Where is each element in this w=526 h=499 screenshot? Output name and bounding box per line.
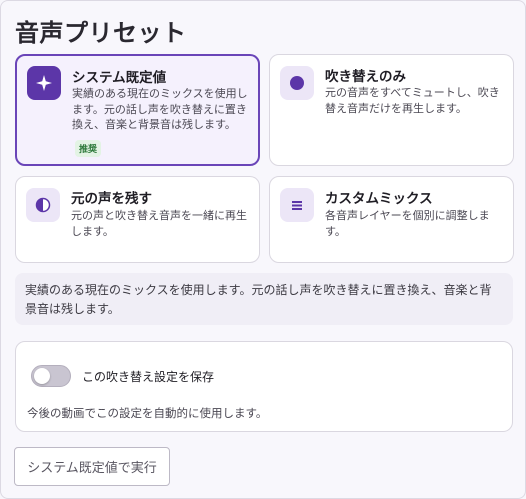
preset-card-dub-only[interactable]: 吹き替えのみ 元の音声をすべてミュートし、吹き替え音声だけを再生します。 bbox=[269, 54, 514, 166]
preset-info-text: 実績のある現在のミックスを使用します。元の話し声を吹き替えに置き換え、音楽と背景… bbox=[15, 273, 513, 325]
save-setting-label: この吹き替え設定を保存 bbox=[82, 370, 215, 384]
preset-title: システム既定値 bbox=[72, 70, 167, 86]
preset-description: 元の音声をすべてミュートし、吹き替え音声だけを再生します。 bbox=[325, 86, 500, 115]
save-setting-toggle[interactable] bbox=[31, 365, 71, 387]
preset-card-keep-original[interactable]: 元の声を残す 元の声と吹き替え音声を一緒に再生します。 bbox=[15, 176, 260, 263]
equalizer-icon bbox=[280, 188, 314, 222]
preset-card-system-default[interactable]: システム既定値 実績のある現在のミックスを使用します。元の話し声を吹き替えに置き… bbox=[15, 54, 260, 166]
toggle-knob bbox=[34, 368, 50, 384]
save-setting-description: 今後の動画でこの設定を自動的に使用します。 bbox=[27, 406, 268, 420]
preset-title: カスタムミックス bbox=[325, 191, 433, 207]
filled-circle-icon bbox=[280, 66, 314, 100]
preset-description: 実績のある現在のミックスを使用します。元の話し声を吹き替えに置き換え、音楽と背景… bbox=[72, 87, 248, 131]
preset-title: 元の声を残す bbox=[71, 191, 152, 207]
half-circle-icon bbox=[26, 188, 60, 222]
preset-panel: 音声プリセット システム既定値 実績のある現在のミックスを使用します。元の話し声… bbox=[0, 0, 526, 499]
preset-card-custom-mix[interactable]: カスタムミックス 各音声レイヤーを個別に調整します。 bbox=[269, 176, 514, 263]
preset-description: 各音声レイヤーを個別に調整します。 bbox=[325, 209, 490, 238]
preset-title: 吹き替えのみ bbox=[325, 69, 406, 85]
recommended-badge: 推奨 bbox=[75, 140, 102, 157]
page-title: 音声プリセット bbox=[15, 19, 187, 47]
sparkle-icon bbox=[27, 66, 61, 100]
preset-description: 元の声と吹き替え音声を一緒に再生します。 bbox=[71, 209, 247, 238]
save-setting-card: この吹き替え設定を保存 今後の動画でこの設定を自動的に使用します。 bbox=[15, 341, 513, 432]
run-with-default-button[interactable]: システム既定値で実行 bbox=[14, 447, 170, 486]
